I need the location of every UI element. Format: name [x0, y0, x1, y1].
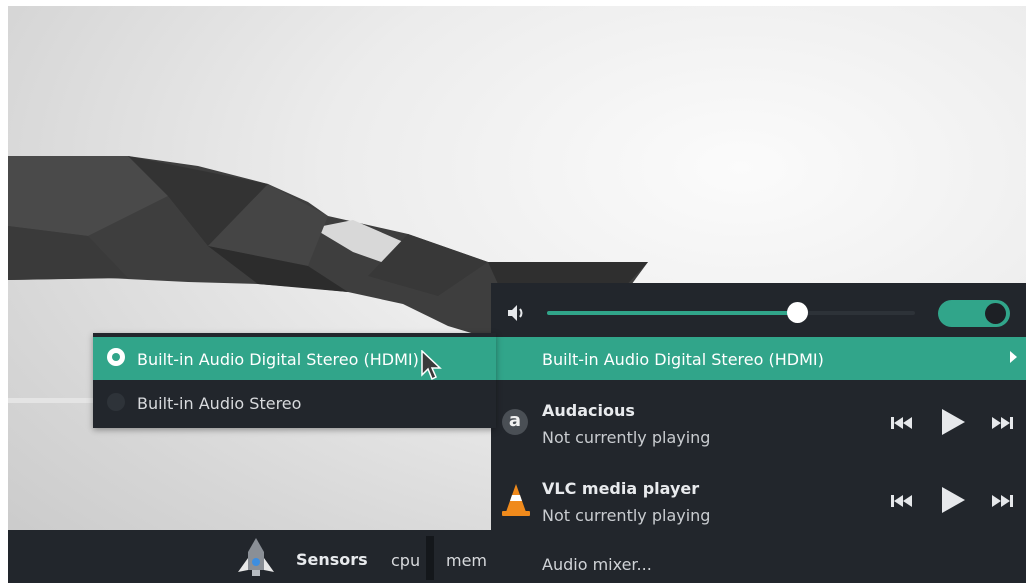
vlc-cone-icon	[502, 484, 530, 516]
chevron-right-icon	[1010, 351, 1017, 363]
player-name-audacious: Audacious	[542, 401, 635, 420]
mem-sensor-label: mem	[446, 551, 488, 570]
radio-selected-icon[interactable]	[107, 348, 125, 366]
player-name-vlc: VLC media player	[542, 479, 700, 498]
sensors-widget-title[interactable]: Sensors	[296, 550, 368, 569]
volume-slider[interactable]	[547, 311, 915, 315]
output-device-label: Built-in Audio Digital Stereo (HDMI)	[542, 350, 824, 369]
volume-slider-handle[interactable]	[787, 302, 808, 323]
play-icon[interactable]	[940, 486, 966, 514]
play-icon[interactable]	[940, 408, 966, 436]
volume-slider-fill	[547, 311, 798, 315]
cpu-usage-bar	[426, 536, 434, 580]
previous-track-icon[interactable]	[890, 416, 914, 430]
radio-unselected-icon[interactable]	[107, 393, 125, 411]
device-option-label-hdmi: Built-in Audio Digital Stereo (HDMI)	[137, 350, 419, 369]
audacious-icon: a	[502, 409, 528, 435]
cpu-sensor-label: cpu	[391, 551, 421, 570]
next-track-icon[interactable]	[990, 494, 1014, 508]
previous-track-icon[interactable]	[890, 494, 914, 508]
audio-mixer-link[interactable]: Audio mixer...	[542, 555, 652, 574]
rocket-launcher-icon[interactable]	[234, 536, 278, 580]
player-status-vlc: Not currently playing	[542, 506, 711, 525]
next-track-icon[interactable]	[990, 416, 1014, 430]
device-option-label-stereo[interactable]: Built-in Audio Stereo	[137, 394, 301, 413]
player-status-audacious: Not currently playing	[542, 428, 711, 447]
audio-enable-toggle-knob	[985, 303, 1006, 324]
speaker-volume-icon[interactable]	[507, 303, 529, 323]
mouse-cursor-icon	[421, 350, 442, 381]
